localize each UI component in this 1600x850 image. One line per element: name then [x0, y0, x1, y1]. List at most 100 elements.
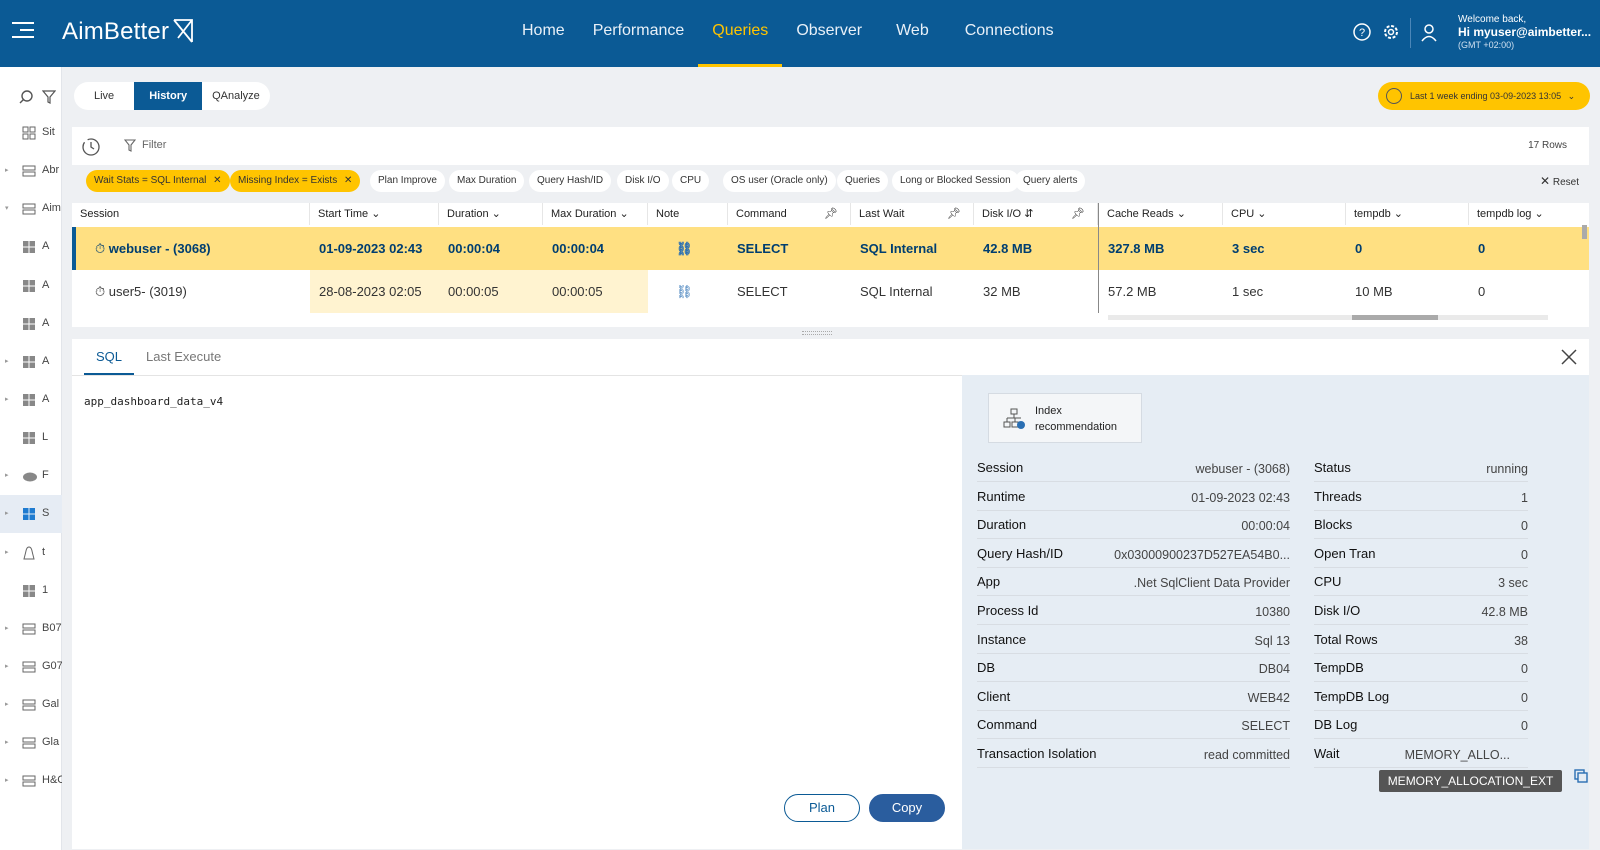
sidebar-item[interactable]: ▸ Gla [0, 724, 62, 762]
expand-arrow-icon[interactable]: ▸ [5, 509, 9, 517]
sidebar-item[interactable]: ▸ Abr [0, 152, 62, 190]
copy-button[interactable]: Copy [869, 794, 945, 822]
table-row[interactable]: ⏱︎ user5- (3019) 28-08-2023 02:05 00:00:… [72, 270, 1589, 313]
mode-history[interactable]: History [134, 82, 203, 110]
filter-icon[interactable] [42, 89, 56, 105]
property-value[interactable]: 0 [1521, 519, 1528, 533]
nav-web[interactable]: Web [888, 0, 951, 67]
property-value[interactable]: .Net SqlClient Data Provider [1134, 576, 1290, 590]
remove-chip-icon[interactable]: ✕ [341, 175, 352, 186]
filter-chip[interactable]: Plan Improve [370, 170, 445, 192]
property-value[interactable]: 38 [1514, 634, 1528, 648]
remove-chip-icon[interactable]: ✕ [210, 175, 221, 186]
expand-arrow-icon[interactable]: ▾ [5, 204, 9, 212]
nav-connections[interactable]: Connections [951, 0, 1068, 67]
sidebar-item[interactable]: ▸ F [0, 457, 62, 495]
history-clock-icon[interactable] [80, 136, 102, 158]
mode-qanalyze[interactable]: QAnalyze [202, 82, 270, 110]
index-recommendation-button[interactable]: Index recommendation [988, 393, 1142, 443]
sidebar-item[interactable]: ▸ A [0, 381, 62, 419]
col-max-duration[interactable]: Max Duration ⌄ [543, 203, 648, 225]
filter-chip[interactable]: Query alerts [1015, 170, 1086, 192]
col-command[interactable]: Command 📌︎ [728, 203, 851, 225]
table-row[interactable]: ⏱︎ webuser - (3068) 01-09-2023 02:43 00:… [72, 227, 1589, 270]
pin-icon[interactable]: 📌︎ [824, 203, 838, 225]
filter-chip[interactable]: Long or Blocked Session [892, 170, 1019, 192]
property-value[interactable]: DB04 [1259, 662, 1290, 676]
sidebar-item[interactable]: ▾ Aim [0, 190, 62, 228]
col-note[interactable]: Note [648, 203, 728, 225]
filter-chip[interactable]: Queries [837, 170, 889, 192]
property-value[interactable]: 0x03000900237D527EA54B0... [1114, 548, 1290, 562]
property-value[interactable]: running [1486, 462, 1528, 476]
col-duration[interactable]: Duration ⌄ [439, 203, 543, 225]
help-icon[interactable]: ? [1352, 22, 1372, 42]
tab-last-execute[interactable]: Last Execute [134, 339, 233, 375]
filter-chip[interactable]: Missing Index = Exists ✕ [230, 170, 361, 192]
tab-sql[interactable]: SQL [84, 339, 135, 375]
property-value[interactable]: 01-09-2023 02:43 [1191, 491, 1290, 505]
property-value[interactable]: Sql 13 [1255, 634, 1290, 648]
filter-chip[interactable]: Disk I/O [617, 170, 669, 192]
horizontal-scrollbar[interactable] [1108, 315, 1548, 320]
col-tempdb[interactable]: tempdb ⌄ [1346, 203, 1469, 225]
expand-arrow-icon[interactable]: ▸ [5, 166, 9, 174]
filter-chip[interactable]: Max Duration [449, 170, 525, 192]
sidebar-item[interactable]: ▸ H&C [0, 762, 62, 800]
sidebar-item[interactable]: Sit [0, 114, 62, 152]
property-value[interactable]: 3 sec [1498, 576, 1528, 590]
expand-arrow-icon[interactable]: ▸ [5, 357, 9, 365]
expand-arrow-icon[interactable]: ▸ [5, 624, 9, 632]
property-value[interactable]: 10380 [1255, 605, 1290, 619]
property-value[interactable]: WEB42 [1248, 691, 1290, 705]
expand-arrow-icon[interactable]: ▸ [5, 700, 9, 708]
resize-handle[interactable] [802, 331, 832, 335]
expand-arrow-icon[interactable]: ▸ [5, 471, 9, 479]
copy-icon[interactable] [1574, 769, 1588, 783]
index-recommendation-icon[interactable]: ⛓︎ [676, 284, 693, 299]
close-icon[interactable] [1559, 347, 1579, 367]
property-value[interactable]: read committed [1204, 748, 1290, 762]
filter-chip[interactable]: Query Hash/ID [529, 170, 612, 192]
property-value[interactable]: webuser - (3068) [1196, 462, 1291, 476]
menu-toggle-icon[interactable] [12, 22, 34, 42]
user-avatar-icon[interactable] [1419, 22, 1439, 42]
col-last-wait[interactable]: Last Wait 📌︎ [851, 203, 974, 225]
user-info[interactable]: Welcome back, Hi myuser@aimbetter... (GM… [1458, 13, 1591, 52]
filter-chip[interactable]: OS user (Oracle only) [723, 170, 836, 192]
expand-arrow-icon[interactable]: ▸ [5, 776, 9, 784]
sidebar-item[interactable]: 1 [0, 572, 62, 610]
filter-chip[interactable]: CPU [672, 170, 710, 192]
time-range-button[interactable]: Last 1 week ending 03-09-2023 13:05 ⌄ [1378, 82, 1590, 110]
col-start-time[interactable]: Start Time ⌄ [310, 203, 439, 225]
expand-arrow-icon[interactable]: ▸ [5, 662, 9, 670]
col-disk-io[interactable]: Disk I/O ⇵ 📌︎ [974, 203, 1098, 225]
sidebar-item[interactable]: L [0, 419, 62, 457]
sidebar-item[interactable]: ▸ G07 [0, 648, 62, 686]
col-session[interactable]: Session [72, 203, 310, 225]
index-recommendation-icon[interactable]: ⛓︎ [676, 241, 693, 256]
expand-arrow-icon[interactable]: ▸ [5, 395, 9, 403]
pin-icon[interactable]: 📌︎ [947, 203, 961, 225]
property-value[interactable]: 0 [1521, 548, 1528, 562]
property-value[interactable]: 00:00:04 [1241, 519, 1290, 533]
property-value[interactable]: SELECT [1241, 719, 1290, 733]
sidebar-item[interactable]: ▸ A [0, 343, 62, 381]
filter-chip[interactable]: Wait Stats = SQL Internal ✕ [86, 170, 230, 192]
nav-home[interactable]: Home [508, 0, 579, 67]
property-value[interactable]: MEMORY_ALLO... [1405, 748, 1510, 762]
property-value[interactable]: 0 [1521, 719, 1528, 733]
col-cache-reads[interactable]: Cache Reads ⌄ [1099, 203, 1223, 225]
property-value[interactable]: 0 [1521, 662, 1528, 676]
nav-performance[interactable]: Performance [579, 0, 699, 67]
col-cpu[interactable]: CPU ⌄ [1223, 203, 1346, 225]
property-value[interactable]: 42.8 MB [1481, 605, 1528, 619]
sidebar-item[interactable]: ▸ S [0, 495, 62, 533]
sql-text[interactable]: app_dashboard_data_v4 [84, 395, 223, 408]
sidebar-item[interactable]: A [0, 228, 62, 266]
mode-live[interactable]: Live [74, 82, 134, 110]
filter-input[interactable]: Filter [142, 139, 166, 151]
nav-queries[interactable]: Queries [698, 0, 783, 67]
sidebar-item[interactable]: ▸ t [0, 534, 62, 572]
vertical-scrollbar[interactable] [1582, 225, 1587, 239]
